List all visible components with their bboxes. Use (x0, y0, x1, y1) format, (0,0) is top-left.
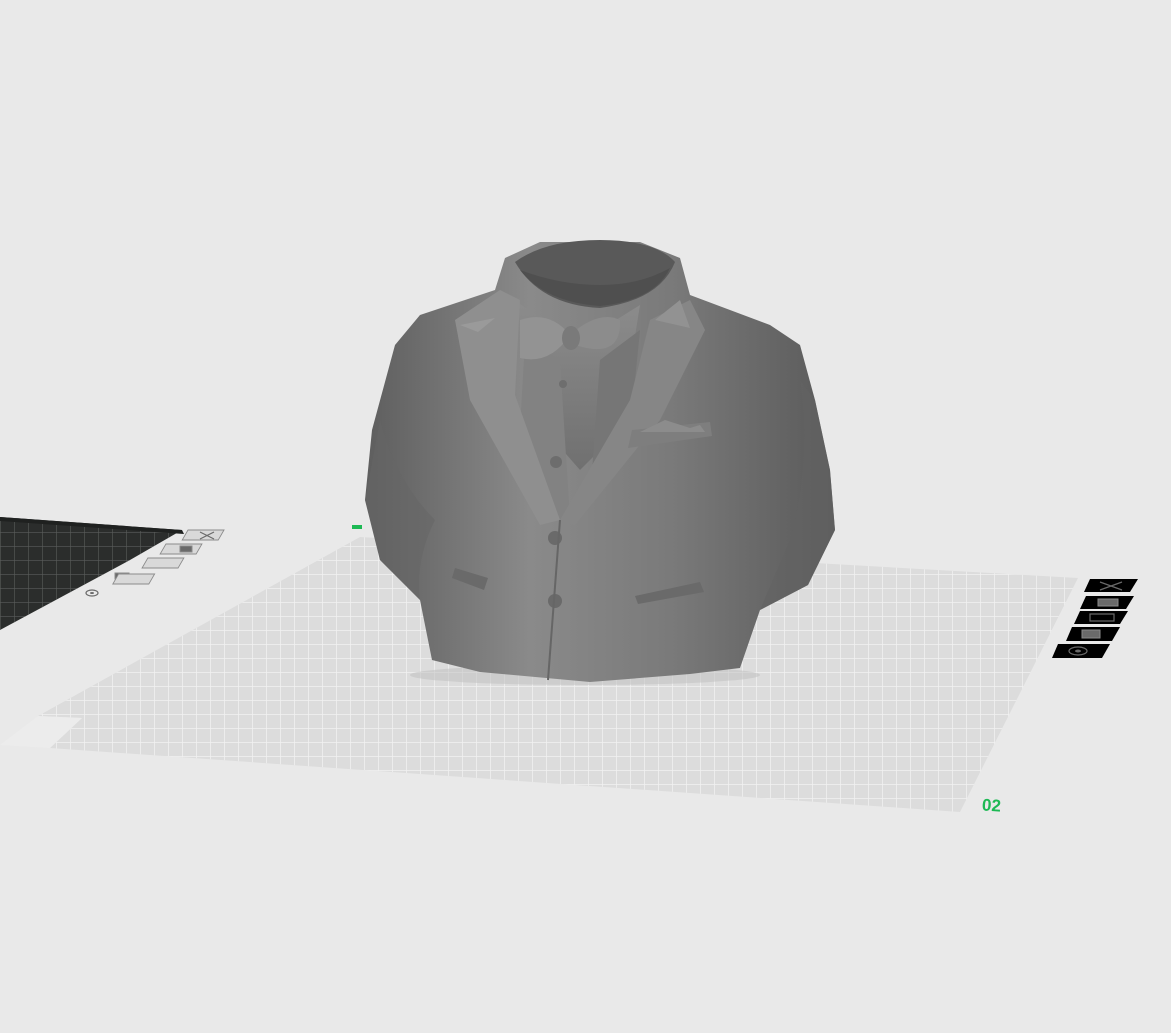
plate-1-close-button[interactable] (181, 529, 225, 541)
plate-1[interactable] (0, 517, 225, 630)
plate-2-arrange-button[interactable] (1080, 596, 1134, 609)
plate-2-orient-button[interactable] (1074, 611, 1128, 624)
plate-1-arrange-button[interactable] (159, 543, 203, 555)
plate-origin-marker (352, 525, 362, 529)
3d-viewport[interactable]: 02 (0, 0, 1171, 1033)
plate-2-settings-button[interactable] (1052, 644, 1110, 658)
plate-2-lock-button[interactable] (1066, 627, 1120, 641)
plate-2-close-button[interactable] (1084, 579, 1138, 592)
plate-number-label: 02 (981, 795, 1001, 815)
